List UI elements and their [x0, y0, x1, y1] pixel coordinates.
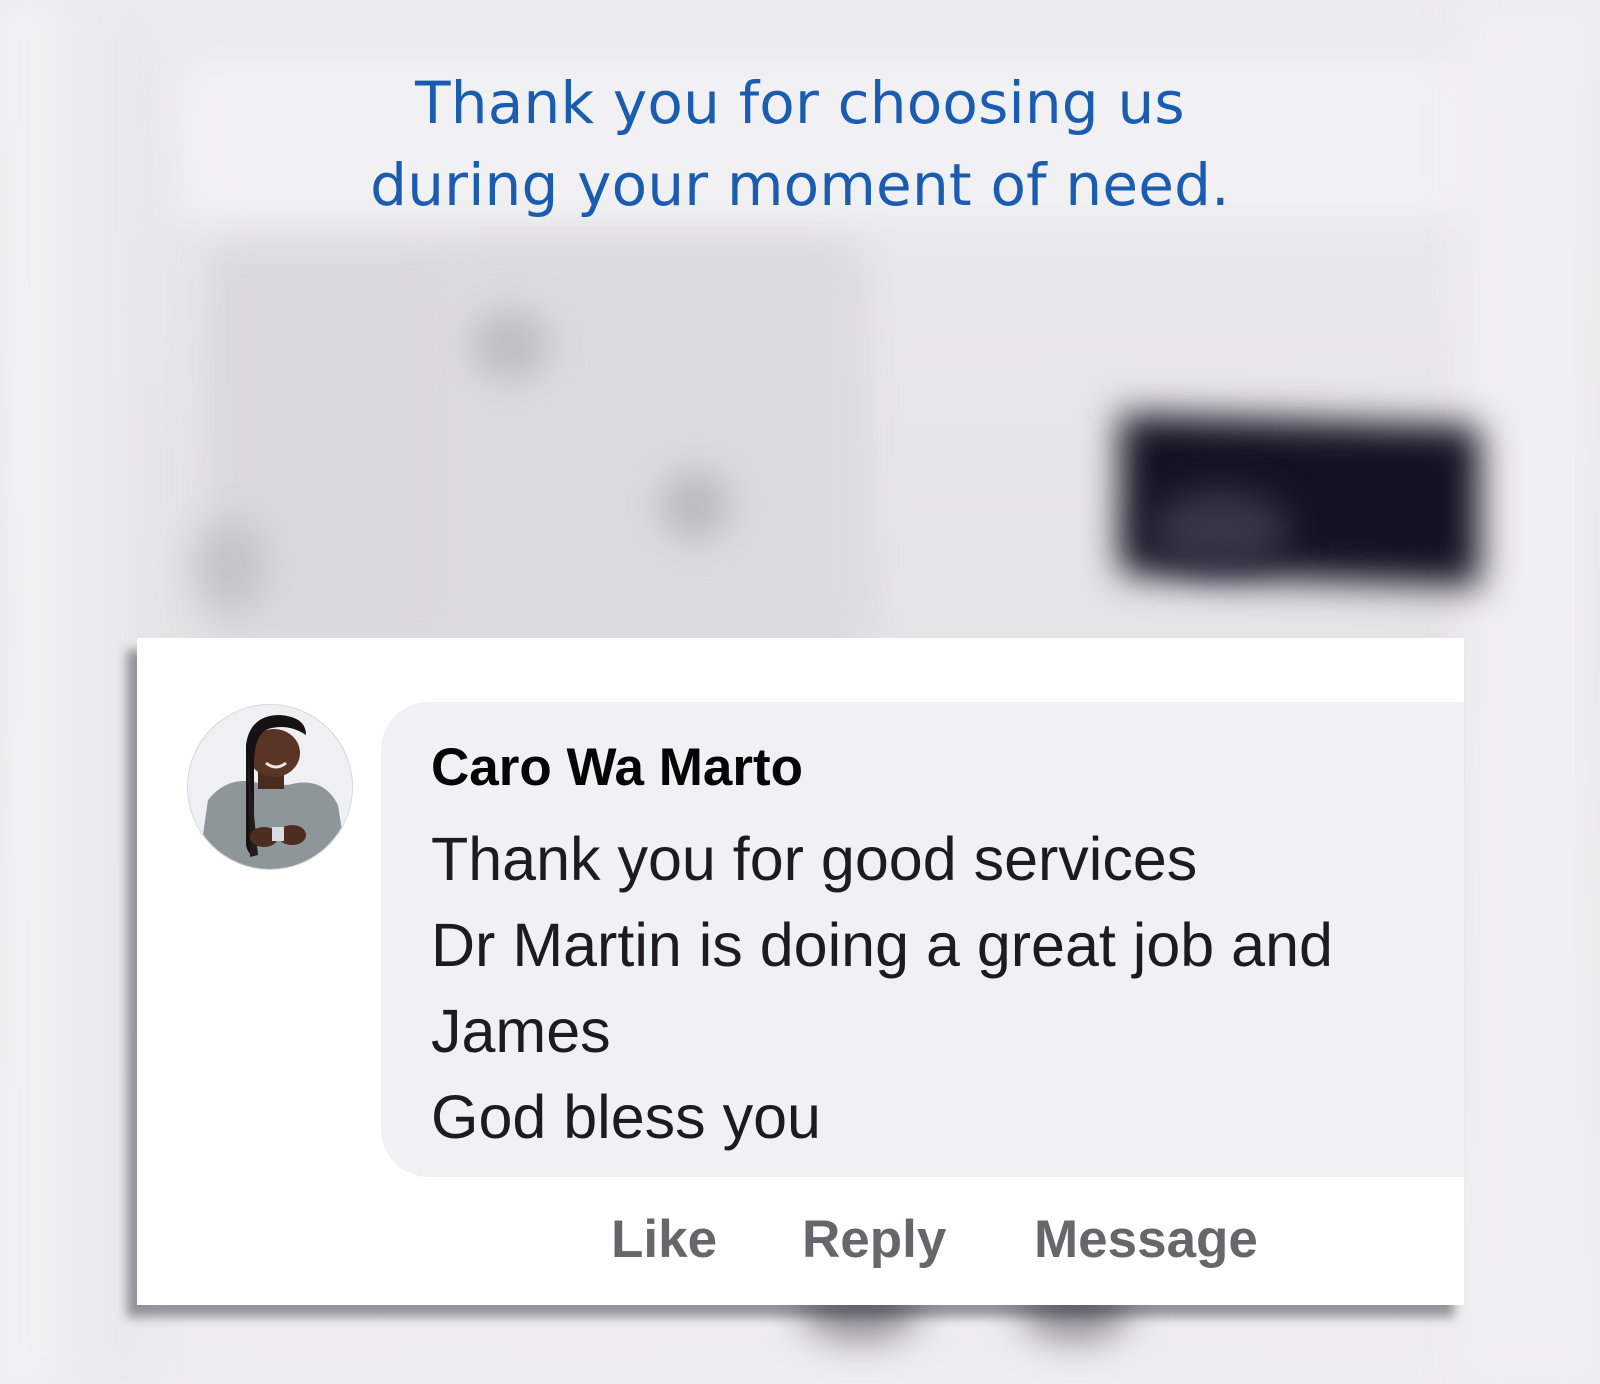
like-button[interactable]: Like [611, 1208, 717, 1272]
background-wall [1460, 0, 1600, 1384]
background-blob [660, 470, 730, 540]
headline-line: Thank you for choosing us [415, 69, 1185, 137]
background-blob [195, 520, 265, 610]
background-screen-reflection [1150, 490, 1290, 570]
message-button[interactable]: Message [1034, 1208, 1258, 1272]
comment-line: Thank you for good services [431, 825, 1198, 893]
background-wall [0, 0, 150, 1384]
background-blob [470, 310, 550, 380]
profile-photo-avatar-icon [188, 705, 352, 869]
comment-card: Caro Wa Marto Thank you for good service… [137, 638, 1464, 1305]
reply-button[interactable]: Reply [802, 1208, 946, 1272]
comment-actions: Like Reply Message [137, 1208, 1464, 1288]
comment-text: Thank you for good services Dr Martin is… [431, 816, 1333, 1160]
headline: Thank you for choosing us during your mo… [300, 62, 1300, 226]
avatar[interactable] [187, 704, 353, 870]
comment-line: James [431, 997, 611, 1065]
comment-line: Dr Martin is doing a great job and [431, 911, 1333, 979]
headline-line: during your moment of need. [370, 151, 1230, 219]
comment-line: God bless you [431, 1083, 821, 1151]
comment-bubble: Caro Wa Marto Thank you for good service… [381, 702, 1464, 1177]
comment-author[interactable]: Caro Wa Marto [431, 736, 803, 800]
